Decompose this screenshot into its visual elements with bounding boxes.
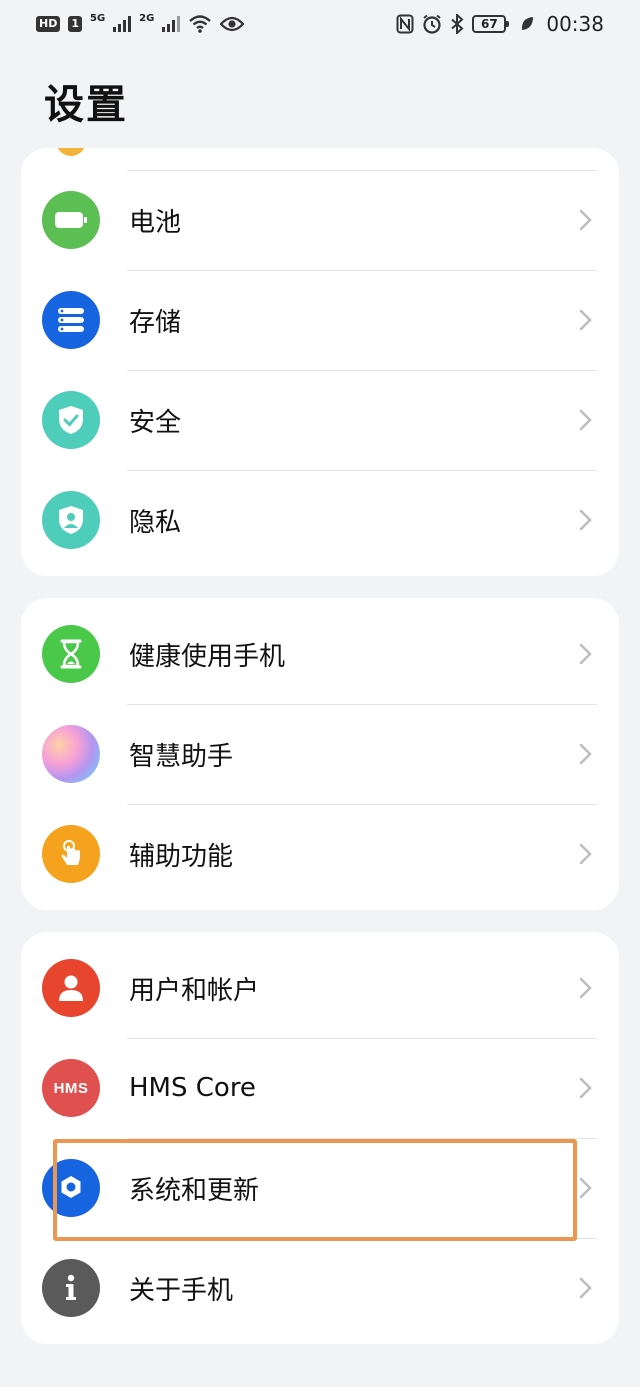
settings-item-hms-core[interactable]: HMS HMS Core (21, 1038, 619, 1138)
item-label: 安全 (129, 407, 182, 438)
network-5g-label: 5G (90, 12, 106, 24)
settings-item-accessibility[interactable]: 辅助功能 (21, 804, 619, 904)
storage-icon (42, 291, 100, 349)
chevron-right-icon (579, 1077, 592, 1099)
chevron-right-icon (579, 1277, 592, 1299)
chevron-right-icon (579, 643, 592, 665)
gear-icon (42, 1159, 100, 1217)
settings-item-system-updates[interactable]: 系统和更新 (21, 1138, 619, 1238)
leaf-icon (522, 17, 534, 30)
chevron-right-icon (579, 1177, 592, 1199)
hd-badge: HD (36, 16, 61, 32)
settings-group-2: 健康使用手机 智慧助手 辅助功能 (21, 598, 619, 910)
battery-level-indicator: 67 (472, 15, 510, 33)
chevron-right-icon (579, 509, 592, 531)
wifi-icon (189, 15, 212, 33)
chevron-right-icon (579, 209, 592, 231)
alarm-icon (423, 14, 441, 34)
bluetooth-icon (451, 14, 464, 34)
network-2g-label: 2G (139, 12, 155, 24)
item-label: 智慧助手 (129, 741, 234, 772)
nfc-icon (396, 14, 414, 34)
settings-group-3: 用户和帐户 HMS HMS Core 系统和更新 关于手机 (21, 932, 619, 1344)
status-bar: HD 1 5G 2G 67 00:38 (0, 0, 640, 48)
item-label: 电池 (129, 207, 182, 238)
settings-item-battery[interactable]: 电池 (21, 170, 619, 270)
battery-icon (42, 191, 100, 249)
privacy-icon (42, 491, 100, 549)
chevron-right-icon (579, 309, 592, 331)
item-label: 健康使用手机 (129, 641, 286, 672)
settings-item-security[interactable]: 安全 (21, 370, 619, 470)
hand-pointer-icon (42, 825, 100, 883)
user-icon (42, 959, 100, 1017)
item-label: HMS Core (129, 1073, 256, 1103)
chevron-right-icon (579, 409, 592, 431)
chevron-right-icon (579, 977, 592, 999)
page-title: 设置 (44, 82, 128, 128)
hms-icon-text: HMS (53, 1079, 89, 1097)
hourglass-icon (42, 625, 100, 683)
chevron-right-icon (579, 843, 592, 865)
settings-item-digital-balance[interactable]: 健康使用手机 (21, 604, 619, 704)
sim-badge: 1 (68, 16, 82, 32)
item-label: 关于手机 (129, 1275, 234, 1306)
clock-time: 00:38 (546, 12, 604, 36)
item-label: 辅助功能 (129, 841, 234, 872)
signal-bars-icon (113, 16, 132, 32)
settings-item-storage[interactable]: 存储 (21, 270, 619, 370)
signal-bars-2-icon (162, 16, 181, 32)
item-label: 存储 (129, 307, 182, 338)
status-left: HD 1 5G 2G (36, 12, 245, 34)
hms-core-icon: HMS (42, 1059, 100, 1117)
assistant-orb-icon (42, 725, 100, 783)
item-label: 用户和帐户 (129, 975, 260, 1006)
settings-item-privacy[interactable]: 隐私 (21, 470, 619, 570)
shield-icon (42, 391, 100, 449)
item-label: 隐私 (129, 507, 182, 538)
settings-item-smart-assistant[interactable]: 智慧助手 (21, 704, 619, 804)
item-label: 系统和更新 (129, 1175, 260, 1206)
settings-item-users-accounts[interactable]: 用户和帐户 (21, 938, 619, 1038)
info-icon (42, 1259, 100, 1317)
chevron-right-icon (579, 743, 592, 765)
status-right: 67 00:38 (396, 12, 604, 36)
settings-group-1: 电池 存储 安全 隐私 (21, 148, 619, 576)
eye-icon (220, 16, 245, 32)
partial-icon (56, 148, 86, 156)
settings-item-about-phone[interactable]: 关于手机 (21, 1238, 619, 1338)
